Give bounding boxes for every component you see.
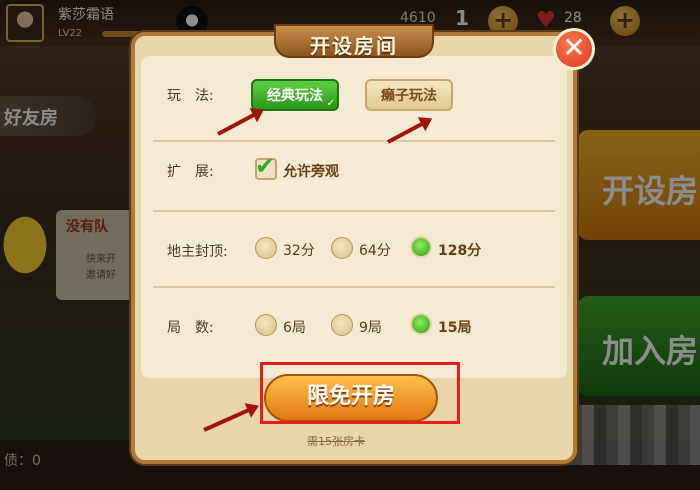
divider	[153, 286, 555, 288]
rounds-15-radio[interactable]	[410, 313, 432, 335]
rounds-6-label: 6局	[283, 320, 306, 336]
cap-128-radio[interactable]	[410, 236, 432, 258]
divider	[153, 140, 555, 142]
cap-label: 地主封顶:	[167, 244, 228, 260]
allow-spectate-label: 允许旁观	[283, 164, 339, 180]
cap-128-label: 128分	[438, 243, 482, 259]
dialog-title: 开设房间	[310, 34, 398, 58]
classic-mode-label: 经典玩法	[267, 88, 323, 104]
allow-spectate-checkbox[interactable]: ✔	[255, 152, 277, 180]
rounds-6-radio[interactable]	[255, 314, 277, 336]
rounds-9-radio[interactable]	[331, 314, 353, 336]
check-icon: ✓	[326, 98, 335, 109]
rounds-9-label: 9局	[359, 320, 382, 336]
extend-label: 扩 展:	[167, 164, 214, 180]
room-card-cost: 需15张房卡	[307, 435, 365, 448]
laizi-mode-label: 癞子玩法	[381, 88, 437, 104]
laizi-mode-button[interactable]: 癞子玩法	[365, 79, 453, 111]
rounds-15-label: 15局	[438, 320, 472, 336]
title-plate: 开设房间	[274, 24, 434, 58]
divider	[153, 210, 555, 212]
cap-64-radio[interactable]	[331, 237, 353, 259]
cap-32-label: 32分	[283, 243, 315, 259]
highlight-box	[260, 362, 460, 424]
create-room-dialog: 开设房间 ✕ 玩 法: 经典玩法 ✓ 癞子玩法 扩 展: ✔ 允许旁观 地主封顶…	[131, 24, 595, 466]
mode-label: 玩 法:	[167, 88, 214, 104]
rounds-label: 局 数:	[167, 320, 214, 336]
close-button[interactable]: ✕	[553, 28, 595, 70]
cap-32-radio[interactable]	[255, 237, 277, 259]
classic-mode-button[interactable]: 经典玩法 ✓	[251, 79, 339, 111]
cap-64-label: 64分	[359, 243, 391, 259]
checkmark-icon: ✔	[255, 152, 276, 180]
